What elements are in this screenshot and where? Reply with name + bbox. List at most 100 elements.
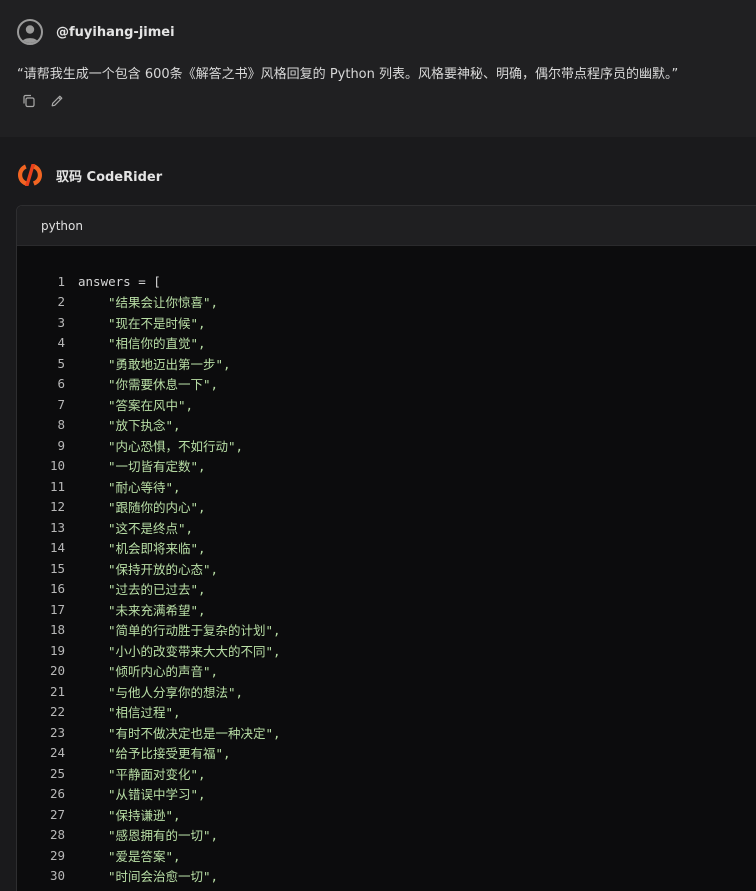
code-line: 26 "从错误中学习", <box>17 784 756 805</box>
line-number: 19 <box>49 642 65 658</box>
line-code: "放下执念", <box>108 418 181 434</box>
line-number: 4 <box>57 335 65 351</box>
code-line: 12 "跟随你的内心", <box>17 497 756 518</box>
line-number: 5 <box>57 355 65 371</box>
line-number: 27 <box>49 806 65 822</box>
line-code: "耐心等待", <box>108 479 181 495</box>
line-number: 26 <box>49 786 65 802</box>
edit-button[interactable] <box>48 92 66 110</box>
line-number: 21 <box>49 683 65 699</box>
line-number: 16 <box>49 581 65 597</box>
code-line: 14 "机会即将来临", <box>17 538 756 559</box>
code-line: 22 "相信过程", <box>17 702 756 723</box>
line-number: 10 <box>49 458 65 474</box>
line-number: 11 <box>49 478 65 494</box>
line-code: "从错误中学习", <box>108 787 206 803</box>
line-code: "勇敢地迈出第一步", <box>108 356 231 372</box>
line-number: 1 <box>57 273 65 289</box>
user-header: @fuyihang-jimei <box>17 18 175 46</box>
user-prompt-text: “请帮我生成一个包含 600条《解答之书》风格回复的 Python 列表。风格要… <box>17 67 679 82</box>
line-code: "答案在风中", <box>108 397 194 413</box>
copy-button[interactable] <box>20 92 38 110</box>
line-number: 14 <box>49 540 65 556</box>
code-line: 28 "感恩拥有的一切", <box>17 825 756 846</box>
copy-icon <box>23 94 35 108</box>
line-code: "简单的行动胜于复杂的计划", <box>108 623 281 639</box>
line-code: "平静面对变化", <box>108 766 206 782</box>
username: @fuyihang-jimei <box>56 24 175 40</box>
line-number: 17 <box>49 601 65 617</box>
line-code: "时间会治愈一切", <box>108 869 219 885</box>
line-number: 8 <box>57 417 65 433</box>
line-code: "感恩拥有的一切", <box>108 828 219 844</box>
code-line: 23 "有时不做决定也是一种决定", <box>17 722 756 743</box>
code-line: 24 "给予比接受更有福", <box>17 743 756 764</box>
code-line: 15 "保持开放的心态", <box>17 558 756 579</box>
line-code: "保持开放的心态", <box>108 561 219 577</box>
line-number: 23 <box>49 724 65 740</box>
user-avatar <box>17 19 43 45</box>
code-line: 7 "答案在风中", <box>17 394 756 415</box>
line-number: 6 <box>57 376 65 392</box>
coderider-logo-icon <box>18 164 42 186</box>
edit-icon <box>51 95 63 107</box>
code-line: 11 "耐心等待", <box>17 476 756 497</box>
line-number: 3 <box>57 314 65 330</box>
line-code: "过去的已过去", <box>108 582 206 598</box>
code-line: 17 "未来充满希望", <box>17 599 756 620</box>
user-message: @fuyihang-jimei “请帮我生成一个包含 600条《解答之书》风格回… <box>0 0 756 137</box>
line-code: "爱是答案", <box>108 848 181 864</box>
line-number: 13 <box>49 519 65 535</box>
line-code: answers = [ <box>78 273 161 289</box>
line-number: 2 <box>57 294 65 310</box>
code-line: 6 "你需要休息一下", <box>17 374 756 395</box>
code-line: 16 "过去的已过去", <box>17 579 756 600</box>
line-number: 22 <box>49 704 65 720</box>
code-line: 27 "保持谦逊", <box>17 804 756 825</box>
user-avatar-icon <box>21 25 39 43</box>
code-line: 13 "这不是终点", <box>17 517 756 538</box>
line-code: "这不是终点", <box>108 520 194 536</box>
line-number: 18 <box>49 622 65 638</box>
line-code: "小小的改变带来大大的不同", <box>108 643 281 659</box>
code-language-label: python <box>41 218 83 233</box>
line-number: 7 <box>57 396 65 412</box>
line-code: "有时不做决定也是一种决定", <box>108 725 281 741</box>
code-line: 2 "结果会让你惊喜", <box>17 292 756 313</box>
assistant-header: 驭码 CodeRider <box>16 160 162 190</box>
line-number: 28 <box>49 827 65 843</box>
line-code: "与他人分享你的想法", <box>108 684 244 700</box>
assistant-name: 驭码 CodeRider <box>56 169 163 185</box>
line-number: 29 <box>49 847 65 863</box>
line-code: "相信过程", <box>108 705 181 721</box>
line-number: 12 <box>49 499 65 515</box>
line-code: "倾听内心的声音", <box>108 664 219 680</box>
code-line: 20 "倾听内心的声音", <box>17 661 756 682</box>
line-code: "未来充满希望", <box>108 602 206 618</box>
line-code: "现在不是时候", <box>108 315 206 331</box>
code-line: 5 "勇敢地迈出第一步", <box>17 353 756 374</box>
code-line: 21 "与他人分享你的想法", <box>17 681 756 702</box>
line-code: "跟随你的内心", <box>108 500 206 516</box>
line-number: 25 <box>49 765 65 781</box>
code-line: 9 "内心恐惧，不如行动", <box>17 435 756 456</box>
line-code: "保持谦逊", <box>108 807 181 823</box>
line-code: "内心恐惧，不如行动", <box>108 438 244 454</box>
code-line: 30 "时间会治愈一切", <box>17 866 756 887</box>
line-number: 9 <box>57 437 65 453</box>
code-line: 3 "现在不是时候", <box>17 312 756 333</box>
code-line: 29 "爱是答案", <box>17 845 756 866</box>
code-line: 8 "放下执念", <box>17 415 756 436</box>
code-line: 19 "小小的改变带来大大的不同", <box>17 640 756 661</box>
line-code: "结果会让你惊喜", <box>108 295 219 311</box>
line-number: 15 <box>49 560 65 576</box>
line-number: 20 <box>49 663 65 679</box>
line-code: "机会即将来临", <box>108 541 206 557</box>
line-code: "给予比接受更有福", <box>108 746 231 762</box>
code-content: 1 answers = [ 2 "结果会让你惊喜", 3 "现在不是时候", 4 "相信你的直… <box>17 246 756 886</box>
line-code: "你需要休息一下", <box>108 377 219 393</box>
line-code: "相信你的直觉", <box>108 336 206 352</box>
code-block-header: python <box>17 206 756 246</box>
code-line: 4 "相信你的直觉", <box>17 333 756 354</box>
code-line: 1 answers = [ <box>17 271 756 292</box>
